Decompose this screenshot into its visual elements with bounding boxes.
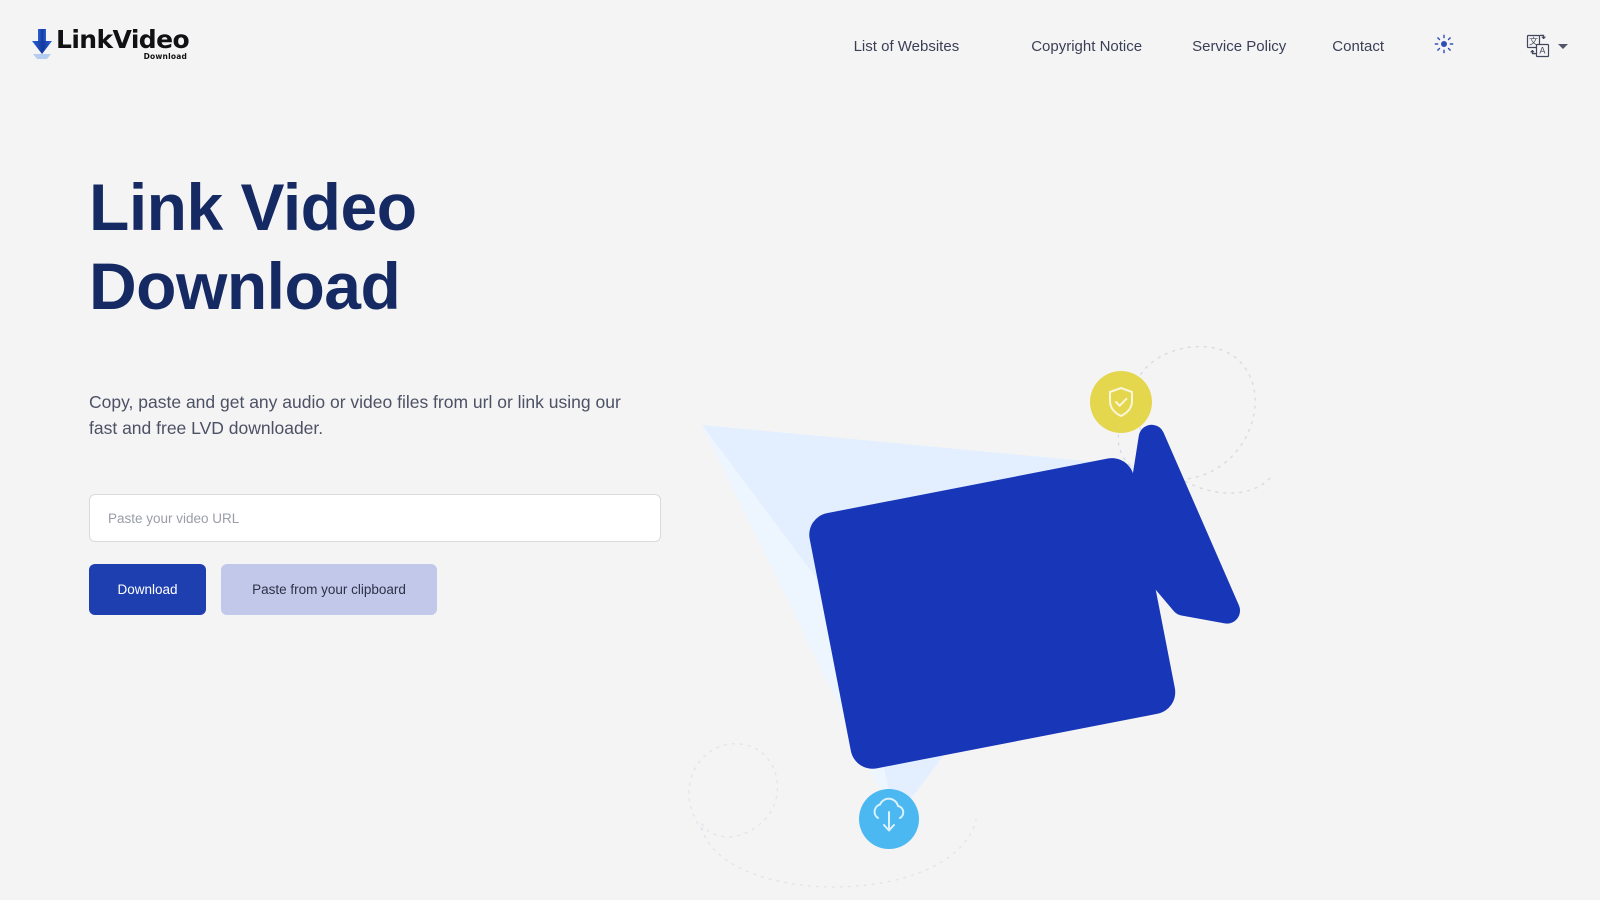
translate-icon: 文 A [1525, 33, 1551, 59]
page-title: Link Video Download [89, 168, 709, 326]
sun-icon [1434, 34, 1454, 59]
hero-action-buttons: Download Paste from your clipboard [89, 564, 709, 615]
dotted-curve-decoration [1117, 345, 1271, 494]
theme-toggle-button[interactable] [1431, 33, 1457, 59]
page-title-line-1: Link Video [89, 170, 417, 244]
video-url-input[interactable] [89, 494, 661, 542]
site-header: LinkVideo Download List of Websites Copy… [0, 0, 1600, 92]
chevron-down-icon [1558, 43, 1568, 49]
nav-link-service-policy[interactable]: Service Policy [1192, 32, 1286, 61]
nav-link-contact[interactable]: Contact [1332, 32, 1384, 61]
hero-section: Link Video Download Copy, paste and get … [89, 168, 709, 615]
cloud-download-badge [859, 789, 919, 849]
paper-plane-shape [702, 425, 1160, 820]
site-logo[interactable]: LinkVideo Download [30, 25, 190, 62]
paste-clipboard-button[interactable]: Paste from your clipboard [221, 564, 437, 615]
shield-check-badge [1090, 371, 1152, 433]
page-title-line-2: Download [89, 249, 401, 323]
dotted-curve-decoration-secondary [688, 743, 977, 888]
nav-link-list-of-websites[interactable]: List of Websites [854, 32, 960, 61]
download-arrow-icon [30, 27, 54, 61]
language-selector[interactable]: 文 A [1525, 33, 1568, 59]
logo-tagline: Download [143, 52, 188, 62]
svg-text:A: A [1539, 47, 1546, 57]
nav-link-copyright-notice[interactable]: Copyright Notice [1031, 32, 1142, 61]
hero-subtitle: Copy, paste and get any audio or video f… [89, 392, 621, 438]
logo-wordmark: LinkVideo [56, 25, 190, 55]
download-button[interactable]: Download [89, 564, 206, 615]
hero-illustration [640, 300, 1340, 900]
video-camera-icon [809, 424, 1241, 769]
main-navigation: List of Websites Copyright Notice Servic… [854, 32, 1568, 61]
